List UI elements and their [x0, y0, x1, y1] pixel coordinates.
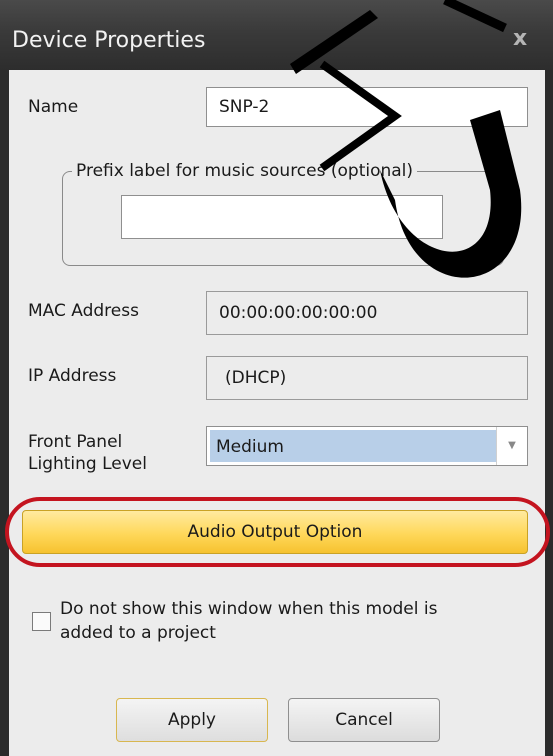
- apply-button[interactable]: Apply: [116, 698, 268, 742]
- ip-address-field: (DHCP): [206, 356, 528, 400]
- prefix-group-legend: Prefix label for music sources (optional…: [72, 160, 418, 182]
- dialog-title: Device Properties: [12, 28, 206, 53]
- mac-address-field: 00:00:00:00:00:00: [206, 291, 528, 335]
- close-icon[interactable]: x: [513, 26, 527, 51]
- chevron-down-icon[interactable]: ▼: [496, 427, 527, 465]
- ip-address-label: IP Address: [28, 366, 117, 386]
- title-bar[interactable]: Device Properties x: [0, 0, 553, 70]
- mac-address-label: MAC Address: [28, 301, 139, 321]
- prefix-input[interactable]: [121, 195, 443, 239]
- highlight-ring: [5, 497, 550, 567]
- do-not-show-checkbox[interactable]: [32, 612, 51, 631]
- do-not-show-label-line1: Do not show this window when this model …: [60, 599, 438, 619]
- lighting-level-dropdown[interactable]: Medium ▼: [206, 426, 528, 466]
- cancel-button[interactable]: Cancel: [288, 698, 440, 742]
- lighting-level-label-line2: Lighting Level: [28, 454, 147, 474]
- lighting-level-selected: Medium: [210, 430, 496, 462]
- lighting-level-label-line1: Front Panel: [28, 432, 123, 452]
- do-not-show-label-line2: added to a project: [60, 623, 216, 643]
- name-label: Name: [28, 97, 79, 117]
- name-input[interactable]: SNP-2: [206, 87, 528, 127]
